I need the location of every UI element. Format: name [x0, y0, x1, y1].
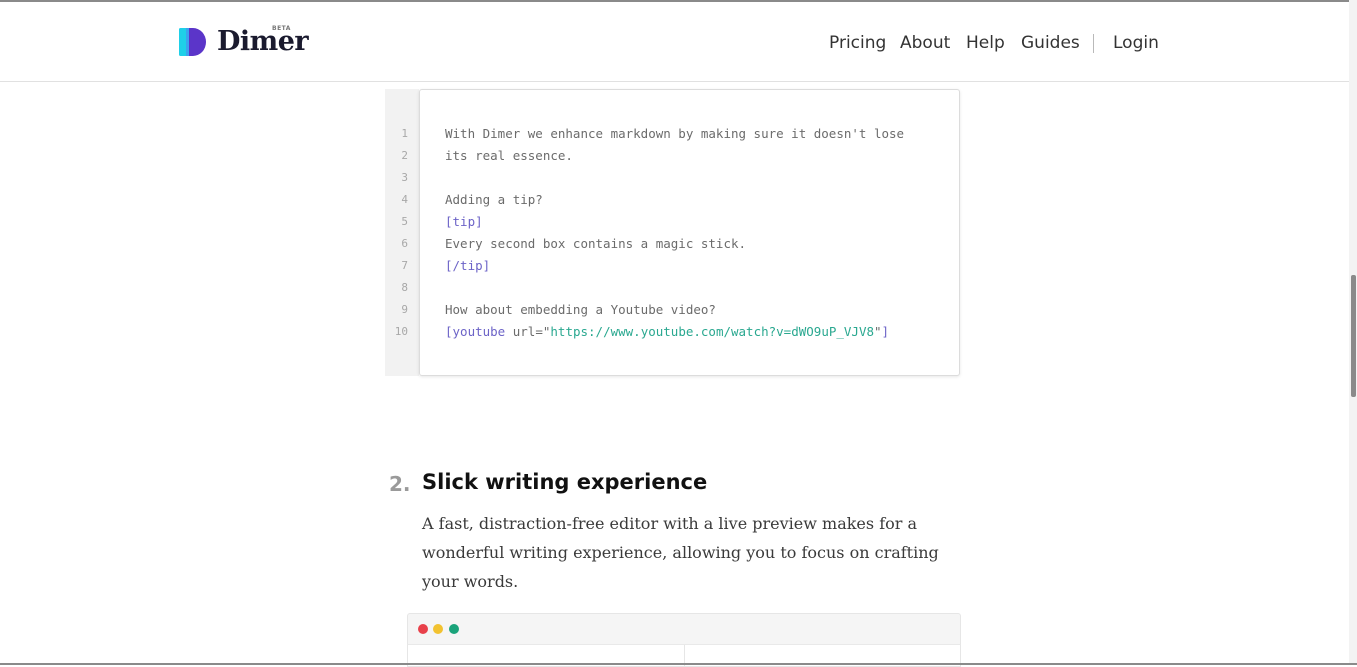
- editor-preview-window: [407, 613, 961, 667]
- youtube-attr: url=: [505, 324, 543, 339]
- line-number: 5: [401, 215, 408, 228]
- nav-about-link[interactable]: About: [900, 31, 950, 55]
- code-line-6: Every second box contains a magic stick.: [445, 236, 747, 251]
- code-line-5: [tip]: [445, 214, 483, 229]
- line-number: 2: [401, 149, 408, 162]
- logo-wordmark: Dimer: [217, 26, 309, 57]
- scrollbar-thumb[interactable]: [1351, 275, 1356, 397]
- maximize-dot-icon: [449, 624, 459, 634]
- dimer-logo[interactable]: Dimer BETA: [179, 25, 309, 60]
- line-number: 3: [401, 171, 408, 184]
- line-number: 10: [394, 325, 408, 338]
- beta-badge: BETA: [272, 25, 291, 32]
- code-line-1: With Dimer we enhance markdown by making…: [445, 126, 905, 141]
- line-number: 6: [401, 237, 408, 250]
- nav-guides-link[interactable]: Guides: [1021, 31, 1080, 55]
- youtube-url: https://www.youtube.com/watch?v=dWO9uP_V…: [550, 324, 874, 339]
- nav-separator: [1093, 34, 1094, 53]
- code-card: With Dimer we enhance markdown by making…: [419, 89, 960, 376]
- code-lines: With Dimer we enhance markdown by making…: [445, 123, 904, 343]
- line-number: 8: [401, 281, 408, 294]
- youtube-tag-close: ]: [881, 324, 890, 339]
- code-line-4: Adding a tip?: [445, 192, 543, 207]
- code-gutter: 1 2 3 4 5 6 7 8 9 10: [385, 89, 419, 376]
- feature-description: A fast, distraction-free editor with a l…: [422, 514, 939, 591]
- code-line-2: its real essence.: [445, 148, 573, 163]
- markdown-code-example: 1 2 3 4 5 6 7 8 9 10 With Dimer we enhan…: [385, 89, 960, 376]
- code-line-9: How about embedding a Youtube video?: [445, 302, 716, 317]
- dimer-logo-icon: [179, 28, 206, 56]
- minimize-dot-icon: [433, 624, 443, 634]
- line-number: 4: [401, 193, 408, 206]
- line-number: 1: [401, 127, 408, 140]
- close-dot-icon: [418, 624, 428, 634]
- nav-login-link[interactable]: Login: [1113, 31, 1159, 55]
- line-number: 9: [401, 303, 408, 316]
- quote-close: ": [874, 324, 882, 339]
- code-line-7: [/tip]: [445, 258, 491, 273]
- line-numbers: 1 2 3 4 5 6 7 8 9 10: [385, 123, 419, 343]
- feature-title: Slick writing experience: [422, 470, 708, 494]
- line-number: 7: [401, 259, 408, 272]
- editor-titlebar: [407, 613, 961, 644]
- code-line-10: [youtube url= "https://www.youtube.com/wa…: [445, 321, 904, 343]
- page-scrollbar[interactable]: [1349, 0, 1357, 665]
- site-header: Dimer BETA Pricing About Help Guides Log…: [0, 2, 1349, 82]
- nav-help-link[interactable]: Help: [966, 31, 1005, 55]
- nav-pricing-link[interactable]: Pricing: [829, 31, 886, 55]
- youtube-tag-open: [youtube: [445, 324, 506, 339]
- feature-number: 2.: [389, 472, 411, 496]
